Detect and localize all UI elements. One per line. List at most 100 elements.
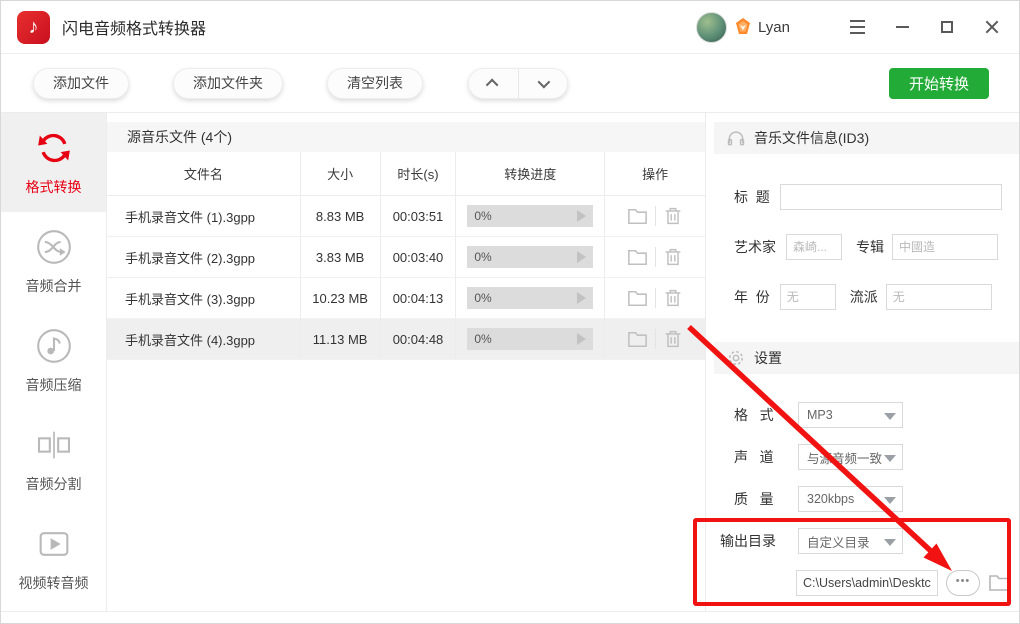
format-select[interactable]: MP3: [798, 402, 903, 428]
table-row[interactable]: 手机录音文件 (3).3gpp 10.23 MB 00:04:13 0%: [107, 278, 705, 319]
file-duration: 00:04:13: [381, 278, 457, 318]
sidebar: 格式转换 音频合并 音频压缩: [1, 113, 107, 611]
progress-bar: 0%: [467, 205, 593, 227]
play-icon[interactable]: [577, 333, 586, 345]
delete-file-button[interactable]: [656, 287, 690, 309]
progress-cell: 0%: [456, 278, 605, 318]
channel-select[interactable]: 与源音频一致: [798, 444, 903, 470]
sidebar-item-label: 格式转换: [26, 177, 82, 197]
delete-file-button[interactable]: [656, 205, 690, 227]
col-duration: 时长(s): [381, 152, 457, 195]
headphones-icon: [726, 128, 746, 148]
channel-value: 与源音频一致: [807, 448, 882, 467]
album-label: 专辑: [856, 237, 884, 257]
close-button[interactable]: [983, 18, 1001, 36]
sidebar-item-label: 音频压缩: [26, 375, 82, 395]
trash-icon: [662, 246, 684, 268]
split-icon: [33, 425, 75, 465]
play-icon[interactable]: [577, 292, 586, 304]
sidebar-item-audio-merge[interactable]: 音频合并: [1, 212, 106, 311]
progress-cell: 0%: [456, 196, 605, 236]
reorder-control: [468, 68, 568, 99]
open-output-folder-button[interactable]: [984, 571, 1014, 595]
file-duration: 00:03:51: [381, 196, 457, 236]
sidebar-item-audio-split[interactable]: 音频分割: [1, 410, 106, 509]
artist-input[interactable]: [786, 234, 842, 260]
open-folder-button[interactable]: [621, 205, 655, 228]
file-duration: 00:03:40: [381, 237, 457, 277]
user-avatar[interactable]: [696, 12, 727, 43]
sidebar-item-label: 音频合并: [26, 276, 82, 296]
merge-icon: [34, 227, 74, 267]
gear-icon: [726, 348, 746, 368]
move-down-button[interactable]: [519, 69, 568, 98]
music-note-glyph: ♪: [29, 16, 39, 39]
file-size: 3.83 MB: [301, 237, 381, 277]
operation-cell: [605, 237, 705, 277]
add-file-button[interactable]: 添加文件: [33, 68, 129, 99]
start-convert-button[interactable]: 开始转换: [889, 68, 989, 99]
app-window: ♪ 闪电音频格式转换器 Lyan 添加文件 添加文件夹 清空列表 开始转换: [0, 0, 1020, 624]
id3-section-header: 音乐文件信息(ID3): [714, 122, 1019, 154]
sidebar-item-audio-compress[interactable]: 音频压缩: [1, 311, 106, 410]
clear-list-button[interactable]: 清空列表: [327, 68, 423, 99]
table-row[interactable]: 手机录音文件 (2).3gpp 3.83 MB 00:03:40 0%: [107, 237, 705, 278]
menu-icon[interactable]: [848, 18, 866, 36]
caret-down-icon: [884, 455, 896, 462]
folder-icon: [626, 328, 649, 351]
output-mode-select[interactable]: 自定义目录: [798, 528, 903, 554]
progress-bar: 0%: [467, 287, 593, 309]
output-path-input[interactable]: [796, 570, 938, 596]
browse-button[interactable]: •••: [946, 570, 980, 596]
table-row[interactable]: 手机录音文件 (4).3gpp 11.13 MB 00:04:48 0%: [107, 319, 705, 360]
username-label[interactable]: Lyan: [758, 19, 790, 36]
quality-label: 质 量: [734, 489, 792, 509]
song-title-input[interactable]: [780, 184, 1002, 210]
trash-icon: [662, 287, 684, 309]
output-dir-label: 输出目录: [720, 531, 792, 551]
file-table: 源音乐文件 (4个) 文件名 大小 时长(s) 转换进度 操作 手机录音文件 (…: [107, 113, 705, 611]
delete-file-button[interactable]: [656, 246, 690, 268]
open-folder-button[interactable]: [621, 287, 655, 310]
trash-icon: [662, 205, 684, 227]
caret-down-icon: [884, 539, 896, 546]
vip-badge-icon: [733, 17, 753, 37]
minimize-button[interactable]: [893, 18, 911, 36]
genre-input[interactable]: [886, 284, 992, 310]
sidebar-item-video-to-audio[interactable]: 视频转音频: [1, 509, 106, 608]
channel-label: 声 道: [734, 447, 792, 467]
sidebar-item-format-convert[interactable]: 格式转换: [1, 113, 106, 212]
bottom-strip: [1, 611, 1019, 624]
folder-icon: [987, 571, 1011, 595]
trash-icon: [662, 328, 684, 350]
play-icon[interactable]: [577, 251, 586, 263]
col-size: 大小: [301, 152, 381, 195]
year-input[interactable]: [780, 284, 836, 310]
progress-value: 0%: [474, 250, 491, 264]
maximize-button[interactable]: [938, 18, 956, 36]
quality-select[interactable]: 320kbps: [798, 486, 903, 512]
folder-icon: [626, 246, 649, 269]
year-label: 年 份: [734, 287, 770, 307]
album-input[interactable]: [892, 234, 998, 260]
move-up-button[interactable]: [469, 69, 519, 98]
settings-section-title: 设置: [754, 348, 782, 368]
table-section-title: 源音乐文件 (4个): [107, 122, 705, 152]
open-folder-button[interactable]: [621, 328, 655, 351]
folder-icon: [626, 205, 649, 228]
file-size: 8.83 MB: [301, 196, 381, 236]
id3-section-title: 音乐文件信息(ID3): [754, 128, 869, 148]
play-icon[interactable]: [577, 210, 586, 222]
app-title: 闪电音频格式转换器: [62, 15, 206, 39]
table-row[interactable]: 手机录音文件 (1).3gpp 8.83 MB 00:03:51 0%: [107, 196, 705, 237]
open-folder-button[interactable]: [621, 246, 655, 269]
music-note-icon: [34, 326, 74, 366]
file-name: 手机录音文件 (3).3gpp: [107, 278, 301, 318]
operation-cell: [605, 278, 705, 318]
file-name: 手机录音文件 (1).3gpp: [107, 196, 301, 236]
quality-value: 320kbps: [807, 492, 854, 506]
video-icon: [34, 524, 74, 564]
delete-file-button[interactable]: [656, 328, 690, 350]
toolbar: 添加文件 添加文件夹 清空列表 开始转换: [1, 54, 1019, 113]
add-folder-button[interactable]: 添加文件夹: [173, 68, 283, 99]
